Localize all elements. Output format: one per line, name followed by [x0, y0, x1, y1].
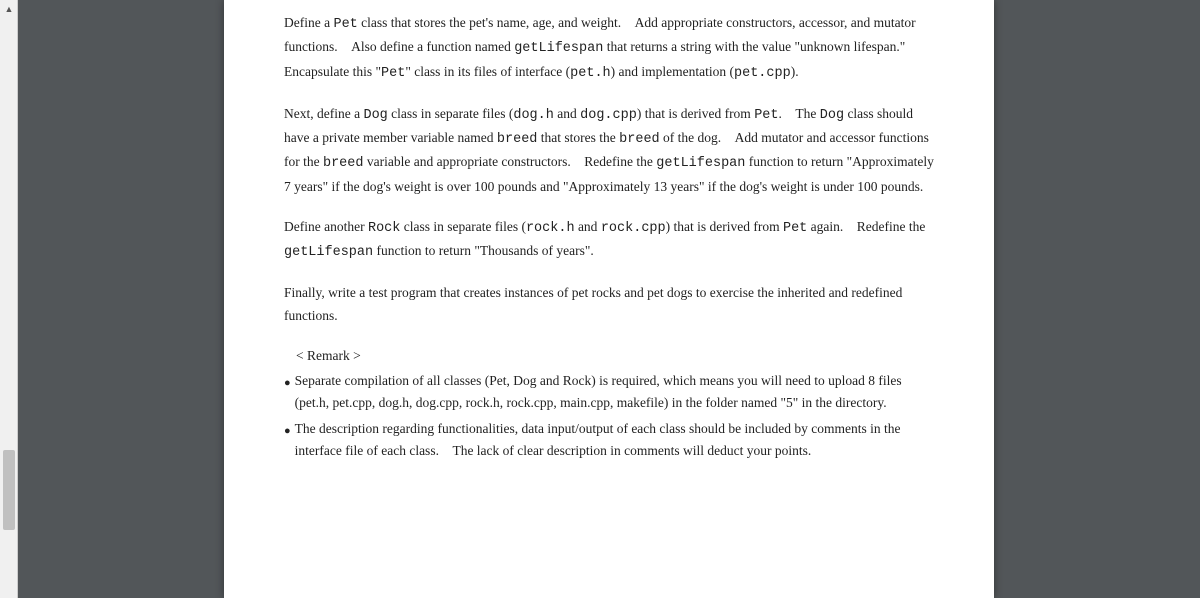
document-page: Define a Pet class that stores the pet's… [224, 0, 994, 598]
paragraph-rock-class: Define another Rock class in separate fi… [284, 216, 934, 265]
text: . The [779, 106, 820, 121]
code-text: dog.h [513, 108, 554, 123]
text: ). [791, 64, 799, 79]
remark-bullet-1: ● Separate compilation of all classes (P… [284, 370, 934, 415]
scrollbar-track[interactable]: ▲ [0, 0, 18, 598]
code-text: rock.cpp [601, 221, 666, 236]
text: ) that is derived from [637, 106, 754, 121]
text: class in separate files ( [388, 106, 514, 121]
scroll-up-arrow[interactable]: ▲ [0, 0, 18, 18]
text: ) and implementation ( [611, 64, 734, 79]
bullet-icon: ● [284, 374, 291, 392]
text: Next, define a [284, 106, 363, 121]
text: that stores the [537, 130, 619, 145]
code-text: Dog [363, 108, 387, 123]
bullet-icon: ● [284, 422, 291, 440]
code-text: Dog [820, 108, 844, 123]
text: Define another [284, 219, 368, 234]
text: Finally, write a test program that creat… [284, 285, 902, 322]
code-text: pet.cpp [734, 66, 791, 81]
remark-section: < Remark > ● Separate compilation of all… [284, 345, 934, 462]
text: Define a [284, 15, 333, 30]
code-text: getLifespan [656, 156, 745, 171]
code-text: pet.h [570, 66, 611, 81]
code-text: dog.cpp [580, 108, 637, 123]
text: class in separate files ( [400, 219, 526, 234]
code-text: getLifespan [514, 41, 603, 56]
text: ) that is derived from [666, 219, 783, 234]
remark-heading: < Remark > [296, 345, 934, 367]
code-text: breed [619, 132, 660, 147]
text: " class in its files of interface ( [405, 64, 570, 79]
code-text: Rock [368, 221, 400, 236]
text: function to return "Thousands of years". [373, 243, 594, 258]
paragraph-test-program: Finally, write a test program that creat… [284, 282, 934, 327]
code-text: Pet [783, 221, 807, 236]
text: and [554, 106, 580, 121]
bullet-text: The description regarding functionalitie… [295, 418, 934, 463]
paragraph-pet-class: Define a Pet class that stores the pet's… [284, 12, 934, 85]
paragraph-dog-class: Next, define a Dog class in separate fil… [284, 103, 934, 198]
text: variable and appropriate constructors. R… [364, 154, 657, 169]
code-text: Pet [333, 17, 357, 32]
bullet-text: Separate compilation of all classes (Pet… [295, 370, 934, 415]
code-text: Pet [381, 66, 405, 81]
code-text: breed [323, 156, 364, 171]
code-text: getLifespan [284, 245, 373, 260]
scroll-thumb[interactable] [3, 450, 15, 530]
code-text: breed [497, 132, 538, 147]
text: and [575, 219, 601, 234]
code-text: rock.h [526, 221, 575, 236]
code-text: Pet [754, 108, 778, 123]
remark-bullet-2: ● The description regarding functionalit… [284, 418, 934, 463]
document-viewer: Define a Pet class that stores the pet's… [18, 0, 1200, 598]
text: again. Redefine the [807, 219, 925, 234]
